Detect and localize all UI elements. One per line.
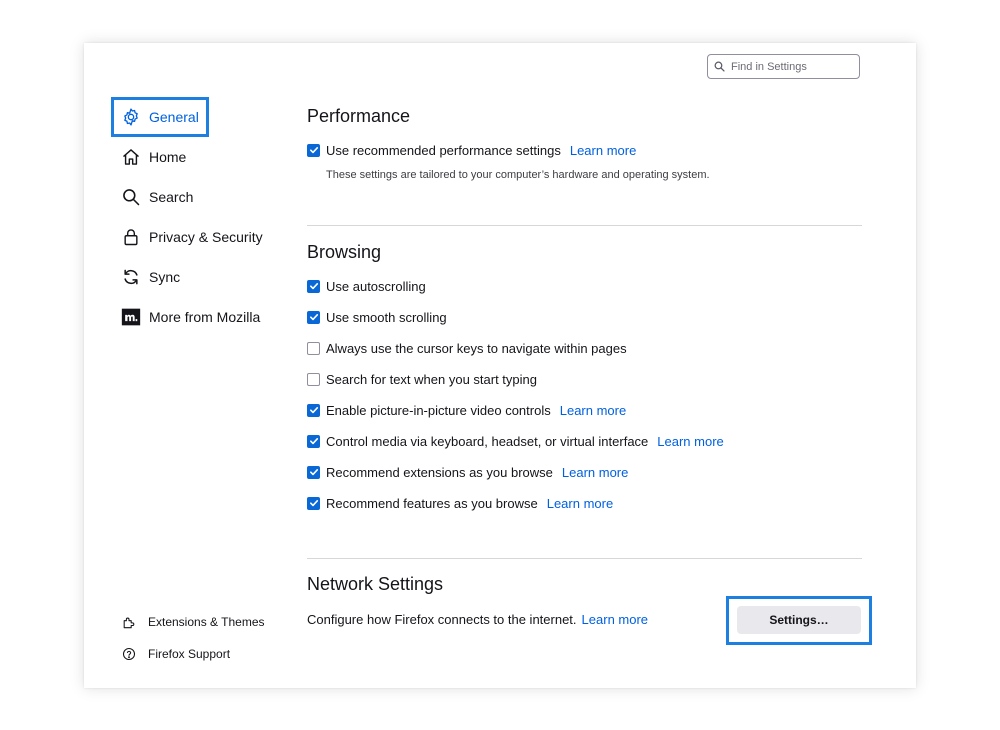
- browsing-option-row: Search for text when you start typing: [307, 370, 537, 388]
- browsing-option-row: Always use the cursor keys to navigate w…: [307, 339, 627, 357]
- option-label: Recommend features as you browse: [326, 495, 538, 511]
- find-in-settings-box[interactable]: [707, 54, 860, 79]
- sidebar-item-home[interactable]: Home: [120, 140, 186, 174]
- checkmark-icon: [309, 407, 318, 414]
- gear-icon: [120, 106, 142, 128]
- network-learn-more-link[interactable]: Learn more: [582, 612, 648, 627]
- network-settings-heading: Network Settings: [307, 574, 444, 594]
- sidebar-item-label: More from Mozilla: [149, 309, 261, 325]
- checkmark-icon: [309, 469, 318, 476]
- browsing-heading: Browsing: [307, 242, 382, 262]
- recommend-extensions-learn-more-link[interactable]: Learn more: [562, 465, 628, 480]
- browsing-option-row: Use autoscrolling: [307, 277, 426, 295]
- picture-in-picture-learn-more-link[interactable]: Learn more: [560, 403, 626, 418]
- option-label: Search for text when you start typing: [326, 371, 537, 387]
- footer-item-label: Extensions & Themes: [148, 615, 265, 629]
- recommended-performance-row: Use recommended performance settings Lea…: [307, 141, 636, 159]
- sidebar-footer-extensions-themes[interactable]: Extensions & Themes: [122, 612, 265, 632]
- sidebar-item-search[interactable]: Search: [120, 180, 193, 214]
- sidebar-item-sync[interactable]: Sync: [120, 260, 180, 294]
- sidebar-item-label: General: [149, 109, 199, 125]
- settings-window: General Home Search Privacy & Security: [84, 43, 916, 688]
- lock-icon: [120, 226, 142, 248]
- network-description: Configure how Firefox connects to the in…: [307, 612, 577, 627]
- browsing-option-row: Recommend features as you browse Learn m…: [307, 494, 613, 512]
- sidebar-item-label: Search: [149, 189, 194, 205]
- browsing-option-row: Use smooth scrolling: [307, 308, 447, 326]
- recommend-extensions-checkbox[interactable]: [307, 465, 320, 479]
- puzzle-piece-icon: [123, 617, 135, 629]
- media-control-checkbox[interactable]: [307, 434, 320, 448]
- option-label: Always use the cursor keys to navigate w…: [326, 340, 627, 356]
- network-settings-row: Configure how Firefox connects to the in…: [307, 612, 648, 627]
- help-icon: [122, 647, 136, 661]
- performance-description: These settings are tailored to your comp…: [326, 169, 710, 181]
- option-label: Control media via keyboard, headset, or …: [326, 433, 649, 449]
- search-icon: [714, 61, 725, 72]
- option-label: Use autoscrolling: [326, 278, 426, 294]
- sidebar-item-more-from-mozilla[interactable]: More from Mozilla: [120, 300, 260, 334]
- recommend-features-checkbox[interactable]: [307, 496, 320, 510]
- checkmark-icon: [309, 500, 318, 507]
- home-icon: [120, 146, 142, 168]
- option-label: Enable picture-in-picture video controls: [326, 402, 551, 418]
- sidebar-item-general[interactable]: General: [120, 100, 199, 134]
- recommended-performance-label: Use recommended performance settings: [326, 142, 561, 158]
- media-control-learn-more-link[interactable]: Learn more: [657, 434, 723, 449]
- browsing-option-row: Enable picture-in-picture video controls…: [307, 401, 626, 419]
- browsing-option-row: Control media via keyboard, headset, or …: [307, 432, 724, 450]
- recommend-features-learn-more-link[interactable]: Learn more: [547, 496, 613, 511]
- sidebar-item-label: Sync: [149, 269, 181, 285]
- section-divider: [307, 225, 862, 226]
- browsing-option-row: Recommend extensions as you browse Learn…: [307, 463, 628, 481]
- sidebar-item-label: Home: [149, 149, 187, 165]
- sidebar-item-label: Privacy & Security: [149, 229, 263, 245]
- mozilla-logo-icon: [120, 306, 142, 328]
- option-label: Recommend extensions as you browse: [326, 464, 553, 480]
- autoscrolling-checkbox[interactable]: [307, 279, 320, 293]
- sidebar-item-privacy-security[interactable]: Privacy & Security: [120, 220, 263, 254]
- cursor-keys-checkbox[interactable]: [307, 341, 320, 355]
- sync-icon: [120, 266, 142, 288]
- smooth-scrolling-checkbox[interactable]: [307, 310, 320, 324]
- checkmark-icon: [309, 283, 318, 290]
- recommended-performance-checkbox[interactable]: [307, 143, 320, 157]
- checkmark-icon: [309, 314, 318, 321]
- footer-item-label: Firefox Support: [148, 647, 231, 661]
- network-settings-button[interactable]: Settings…: [737, 606, 861, 634]
- checkmark-icon: [309, 147, 318, 154]
- search-icon: [120, 186, 142, 208]
- performance-learn-more-link[interactable]: Learn more: [570, 143, 636, 158]
- option-label: Use smooth scrolling: [326, 309, 447, 325]
- find-in-settings-input[interactable]: [731, 60, 851, 73]
- search-when-typing-checkbox[interactable]: [307, 372, 320, 386]
- performance-heading: Performance: [307, 106, 411, 126]
- section-divider: [307, 558, 862, 559]
- checkmark-icon: [309, 438, 318, 445]
- picture-in-picture-checkbox[interactable]: [307, 403, 320, 417]
- sidebar-footer-firefox-support[interactable]: Firefox Support: [122, 644, 230, 664]
